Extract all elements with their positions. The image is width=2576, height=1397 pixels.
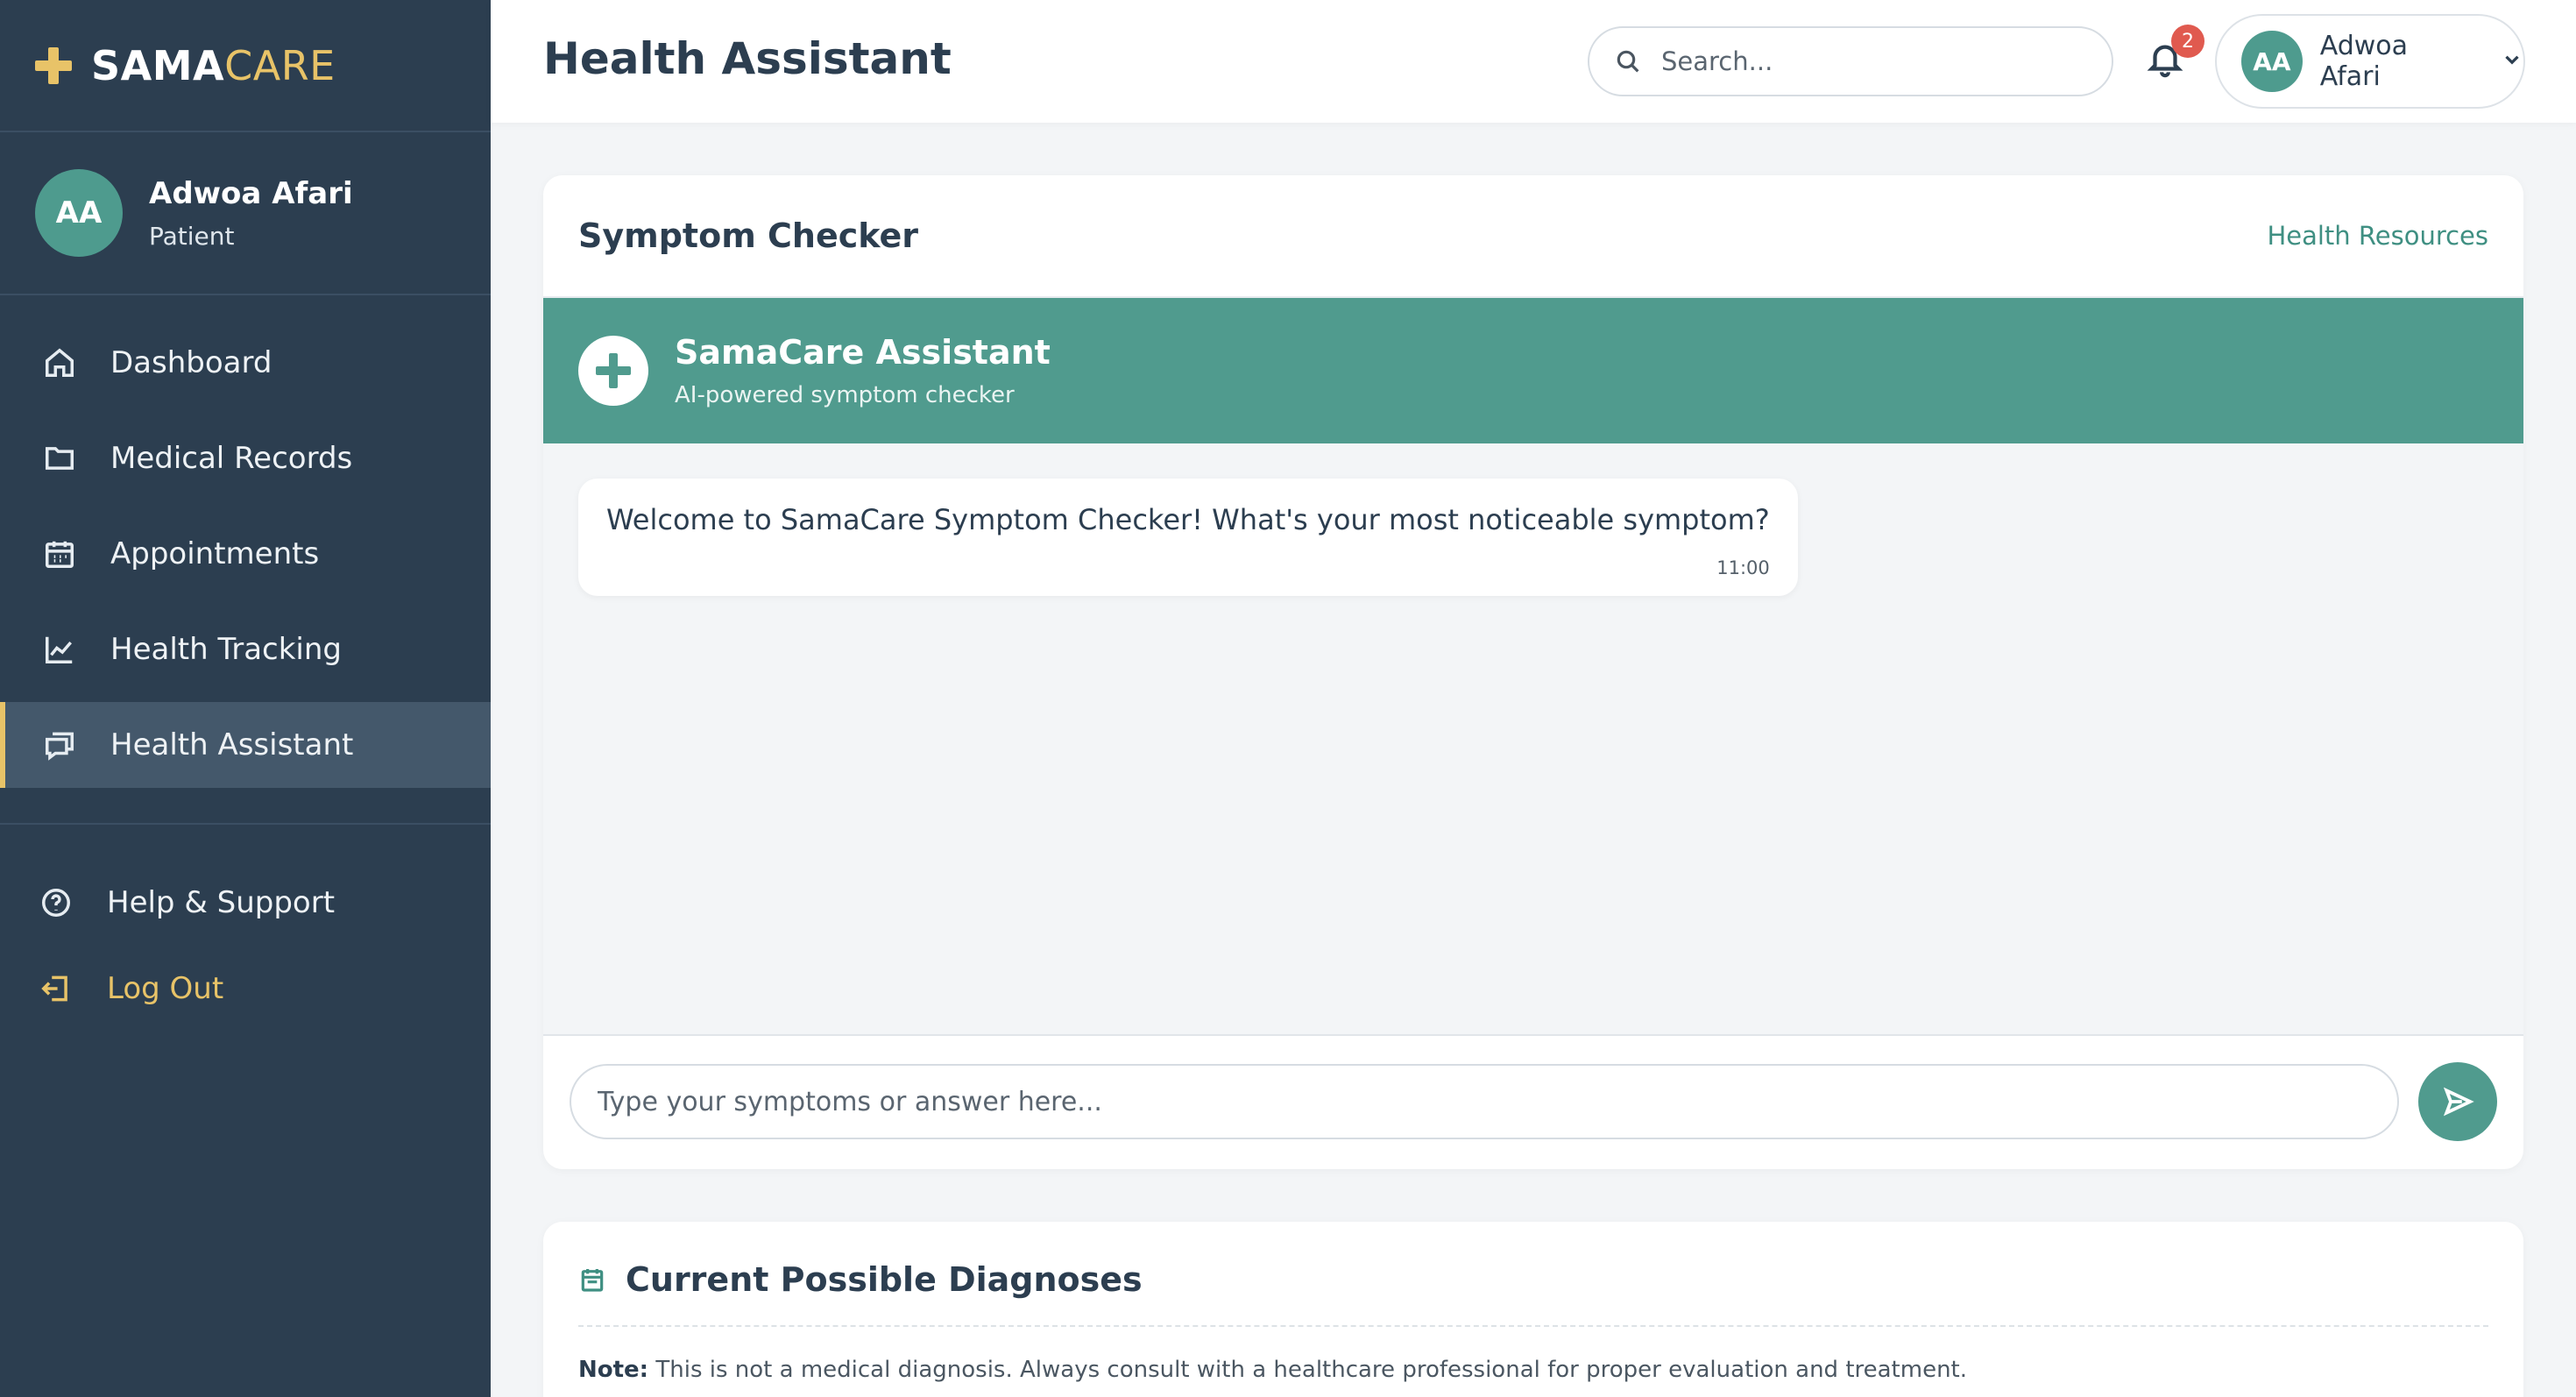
sidebar-item-appointments[interactable]: Appointments (0, 511, 491, 597)
assistant-subtitle: AI-powered symptom checker (675, 382, 1015, 408)
diagnoses-header: Current Possible Diagnoses (543, 1222, 2523, 1299)
folder-icon (42, 441, 77, 476)
question-circle-icon (39, 885, 74, 920)
sidebar-user-profile: AA Adwoa Afari Patient (0, 132, 491, 295)
diagnoses-title: Current Possible Diagnoses (626, 1260, 1143, 1299)
sidebar-item-label: Health Tracking (110, 632, 342, 667)
user-menu-name: Adwoa Afari (2319, 31, 2409, 92)
top-header: Health Assistant 2 AA Adwoa Afari (491, 0, 2576, 123)
calendar-icon (42, 536, 77, 571)
avatar: AA (35, 169, 123, 257)
sidebar-item-health-assistant[interactable]: Health Assistant (0, 702, 491, 788)
help-support-label: Help & Support (107, 885, 336, 920)
notification-badge: 2 (2171, 25, 2204, 58)
possible-diagnoses-card: Current Possible Diagnoses Note: This is… (543, 1222, 2523, 1397)
message-text: Welcome to SamaCare Symptom Checker! Wha… (606, 503, 1770, 536)
sidebar-item-label: Dashboard (110, 345, 272, 380)
user-menu-button[interactable]: AA Adwoa Afari (2215, 14, 2525, 109)
message-composer (543, 1036, 2523, 1167)
search-box[interactable] (1588, 26, 2113, 96)
assistant-name: SamaCare Assistant (675, 333, 1051, 372)
logout-label: Log Out (107, 971, 224, 1006)
send-button[interactable] (2418, 1062, 2497, 1141)
user-name: Adwoa Afari (149, 175, 353, 211)
search-input[interactable] (1661, 46, 2082, 76)
avatar: AA (2241, 31, 2303, 92)
note-label: Note: (578, 1357, 649, 1383)
chat-icon (42, 727, 77, 762)
symptom-checker-title: Symptom Checker (578, 216, 919, 255)
sidebar-item-label: Health Assistant (110, 727, 354, 762)
clipboard-icon (581, 1269, 604, 1292)
search-icon (1617, 50, 1639, 73)
assistant-message: Welcome to SamaCare Symptom Checker! Wha… (578, 479, 1798, 596)
sidebar-item-medical-records[interactable]: Medical Records (0, 415, 491, 501)
assistant-banner: SamaCare Assistant AI-powered symptom ch… (543, 298, 2523, 443)
help-support-link[interactable]: Help & Support (0, 860, 491, 946)
message-list: Welcome to SamaCare Symptom Checker! Wha… (543, 443, 2523, 1036)
symptom-input[interactable] (570, 1064, 2399, 1139)
sidebar-item-label: Medical Records (110, 441, 353, 476)
logout-icon (39, 971, 74, 1006)
disclaimer-note: Note: This is not a medical diagnosis. A… (543, 1327, 2523, 1383)
note-text: This is not a medical diagnosis. Always … (648, 1357, 1968, 1383)
brand-logo[interactable]: SAMACARE (0, 0, 491, 132)
home-icon (42, 345, 77, 380)
sidebar-item-dashboard[interactable]: Dashboard (0, 320, 491, 406)
medical-cross-icon (35, 46, 72, 84)
symptom-checker-header: Symptom Checker Health Resources (543, 175, 2523, 298)
medical-cross-icon (578, 336, 648, 406)
chart-line-icon (42, 632, 77, 667)
symptom-checker-card: Symptom Checker Health Resources SamaCar… (543, 175, 2523, 1169)
logout-link[interactable]: Log Out (0, 946, 491, 1032)
user-role: Patient (149, 221, 235, 251)
sidebar: SAMACARE AA Adwoa Afari Patient Dashboar… (0, 0, 491, 1397)
sidebar-item-health-tracking[interactable]: Health Tracking (0, 606, 491, 692)
message-time: 11:00 (1716, 557, 1770, 578)
page-title: Health Assistant (543, 33, 952, 84)
sidebar-item-label: Appointments (110, 536, 320, 571)
send-icon (2443, 1087, 2474, 1117)
sidebar-divider (0, 823, 491, 825)
brand-name: SAMACARE (91, 41, 336, 89)
health-resources-link[interactable]: Health Resources (2267, 221, 2488, 251)
sidebar-nav: Dashboard Medical Records Appointments H… (0, 295, 491, 788)
chevron-down-icon (2501, 48, 2523, 74)
